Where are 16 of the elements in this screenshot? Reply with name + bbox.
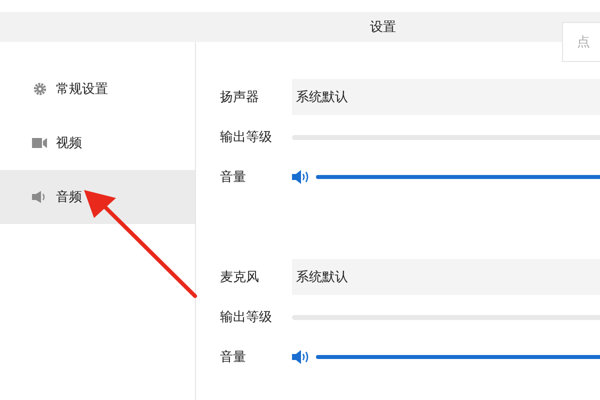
video-camera-icon [32, 136, 48, 150]
field-label: 音量 [220, 349, 247, 366]
field-label: 音量 [220, 169, 247, 186]
device-dropdown[interactable]: 系统默认 [292, 79, 600, 115]
sidebar-item[interactable]: 视频 [0, 116, 195, 170]
volume-slider[interactable] [316, 175, 600, 179]
window-title: 设置 [370, 19, 396, 36]
volume-slider[interactable] [316, 355, 600, 359]
gear-icon [32, 82, 48, 96]
field-label: 输出等级 [220, 309, 273, 326]
field-label: 扬声器 [220, 89, 260, 106]
field-label: 麦克风 [220, 269, 260, 286]
field-label: 输出等级 [220, 129, 273, 146]
device-dropdown[interactable]: 系统默认 [292, 259, 600, 295]
sidebar-item[interactable]: 常规设置 [0, 62, 195, 116]
sidebar-item[interactable]: 音频 [0, 170, 195, 224]
